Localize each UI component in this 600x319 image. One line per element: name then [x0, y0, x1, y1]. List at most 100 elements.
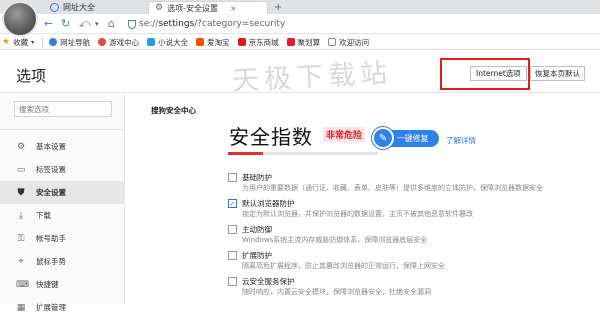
bookmark-label: 游戏中心	[109, 37, 140, 47]
section-label: 搜狗安全中心	[151, 106, 196, 115]
security-panel: 搜狗安全中心 安全指数 非常危险 ✎ 一键修复 了解详情 基础防护 为用户的重要…	[126, 93, 600, 304]
bookmark-label: 收藏	[13, 37, 29, 47]
sidebar-item-account[interactable]: ⚿ 帐号助手	[0, 227, 124, 250]
sidebar-item-label: 安全设置	[36, 188, 66, 197]
sidebar-item-mouse-gestures[interactable]: ⌖ 鼠标手势	[0, 250, 124, 273]
security-progress-fill	[228, 152, 263, 155]
option-description: 锁定为默认浏览器，并保护浏览器的数据设置，主页不被其他恶意软件篡改	[242, 210, 473, 218]
bookmark-item[interactable]: 爱淘宝	[196, 37, 230, 48]
bookmark-item[interactable]: 欢迎访问	[328, 37, 369, 48]
new-tab-button[interactable]: +	[268, 1, 288, 14]
bookmark-label: 聚划算	[297, 37, 321, 47]
globe-icon	[50, 3, 59, 12]
sidebar-item-shortcuts[interactable]: ⌨ 快捷键	[0, 273, 124, 296]
sidebar-item-security[interactable]: ⛊ 安全设置	[0, 181, 124, 204]
option-description: Windows系统主流内存威胁防御体系，保障浏览器底层安全	[242, 236, 428, 244]
option-extension-protection: 扩展防护 隔离高危扩展程序，防止其篡改浏览器的正常运行，保障上网安全	[228, 249, 598, 275]
option-title: 默认浏览器防护	[242, 199, 295, 208]
checkbox[interactable]	[228, 173, 237, 182]
chevron-down-icon[interactable]: ▾	[95, 20, 99, 28]
address-bar[interactable]: se://settings/?category=security	[128, 17, 596, 31]
avatar[interactable]	[2, 1, 38, 37]
sidebar-menu: ⚙ 基本设置 ▭ 标签设置 ⛊ 安全设置 ⤓ 下载 ⚿ 帐号助手 ⌖ 鼠标手势 …	[0, 135, 124, 319]
option-title: 基础防护	[242, 173, 272, 182]
checkbox[interactable]	[228, 277, 237, 286]
bookmark-label: 京东商城	[248, 37, 279, 47]
option-title: 扩展防护	[242, 251, 272, 260]
account-icon: ⚿	[17, 233, 25, 244]
checkbox[interactable]: ✓	[228, 199, 237, 208]
bookmark-favorites[interactable]: ★ 收藏 ▾	[2, 37, 34, 48]
book-icon	[147, 38, 156, 46]
bookmark-item[interactable]: 游戏中心	[98, 37, 139, 48]
security-shield-icon	[128, 19, 136, 29]
shield-icon: ⛊	[17, 187, 25, 198]
tab-home[interactable]: 网址大全	[44, 1, 101, 14]
tab-label: 网址大全	[63, 3, 95, 12]
bookmark-item[interactable]: 网址导航	[49, 37, 90, 48]
page-title: 选项	[16, 67, 47, 85]
security-progress-bar	[228, 152, 378, 155]
sidebar-item-extensions[interactable]: ▦ 扩展管理	[0, 296, 124, 319]
bookmark-label: 欢迎访问	[339, 37, 370, 47]
gear-icon: ⚙	[16, 141, 26, 152]
close-tab-icon[interactable]: ×	[230, 4, 237, 13]
annotation-highlight-box	[440, 58, 530, 90]
home-icon[interactable]: ⌂	[108, 17, 115, 30]
sidebar-item-download[interactable]: ⤓ 下载	[0, 204, 124, 227]
sidebar-item-label: 鼠标手势	[36, 257, 66, 266]
bookmark-label: 小说大全	[158, 37, 189, 47]
sidebar-item-label: 帐号助手	[36, 234, 66, 243]
refresh-icon[interactable]: ↻	[61, 17, 70, 30]
sidebar-item-basic[interactable]: ⚙ 基本设置	[0, 135, 124, 158]
sidebar-item-label: 基本设置	[36, 142, 66, 151]
learn-more-link[interactable]: 了解详情	[446, 135, 476, 146]
globe-icon	[49, 38, 58, 46]
jd-icon	[237, 38, 246, 46]
url-path: /?category=security	[194, 19, 286, 29]
star-icon: ★	[2, 37, 11, 47]
option-title: 云安全服务保护	[242, 277, 295, 286]
extension-icon: ▦	[16, 302, 26, 313]
option-active-defense: 主动防御 Windows系统主流内存威胁防御体系，保障浏览器底层安全	[228, 223, 598, 249]
sidebar: ⚙ 基本设置 ▭ 标签设置 ⛊ 安全设置 ⤓ 下载 ⚿ 帐号助手 ⌖ 鼠标手势 …	[0, 93, 125, 313]
tab-settings[interactable]: ⚙ 选项-安全设置 ×	[148, 1, 268, 14]
game-icon	[98, 38, 107, 46]
option-description: 为用户的重要数据（通行证、收藏、表单、皮肤等）提供多维度的立体防护，保障浏览器数…	[242, 184, 543, 192]
bookmark-item[interactable]: 小说大全	[147, 37, 188, 48]
checkbox[interactable]	[228, 225, 237, 234]
download-icon: ⤓	[19, 210, 23, 221]
danger-badge: 非常危险	[323, 127, 366, 142]
protection-options: 基础防护 为用户的重要数据（通行证、收藏、表单、皮肤等）提供多维度的立体防护，保…	[228, 171, 598, 301]
bookmark-label: 爱淘宝	[207, 37, 230, 47]
option-cloud-security: 云安全服务保护 随时响应，内置云安全模块，保障浏览器安全，杜绝安全漏洞	[228, 275, 598, 301]
search-input[interactable]	[14, 101, 112, 117]
bookmark-item[interactable]: 京东商城	[237, 37, 279, 48]
url-prefix: se://	[139, 19, 159, 29]
bookmark-label: 网址导航	[60, 37, 91, 47]
gear-icon: ⚙	[155, 3, 164, 13]
back-icon[interactable]: ←	[44, 17, 53, 30]
tab-bar: 网址大全 ⚙ 选项-安全设置 × +	[0, 0, 600, 14]
option-title: 主动防御	[242, 225, 272, 234]
url-host: settings	[158, 19, 195, 29]
taobao-icon	[196, 38, 205, 46]
option-basic-protection: 基础防护 为用户的重要数据（通行证、收藏、表单、皮肤等）提供多维度的立体防护，保…	[228, 171, 598, 197]
tab-label: 选项-安全设置	[167, 3, 218, 13]
watermark: 天极下载站	[231, 57, 393, 98]
option-description: 隔离高危扩展程序，防止其篡改浏览器的正常运行，保障上网安全	[242, 262, 445, 270]
sidebar-item-tabs[interactable]: ▭ 标签设置	[0, 158, 124, 181]
sidebar-item-label: 快捷键	[36, 280, 59, 289]
sidebar-item-label: 下载	[36, 211, 51, 220]
mouse-icon: ⌖	[18, 256, 24, 267]
wrench-icon: ✎	[372, 127, 394, 149]
option-description: 随时响应，内置云安全模块，保障浏览器安全，杜绝安全漏洞	[242, 288, 431, 296]
bookmarks-bar: ★ 收藏 ▾ 网址导航 游戏中心 小说大全 爱淘宝 京东商城 聚划算 欢迎访问	[0, 35, 600, 50]
checkbox[interactable]	[228, 251, 237, 260]
chevron-down-icon: ▾	[31, 38, 35, 46]
undo-close-icon[interactable]: ⤺	[79, 17, 91, 31]
restore-default-button[interactable]: 恢复本页默认	[530, 66, 585, 81]
bookmark-item[interactable]: 聚划算	[286, 37, 321, 48]
divider	[0, 129, 125, 130]
divider	[42, 37, 44, 47]
